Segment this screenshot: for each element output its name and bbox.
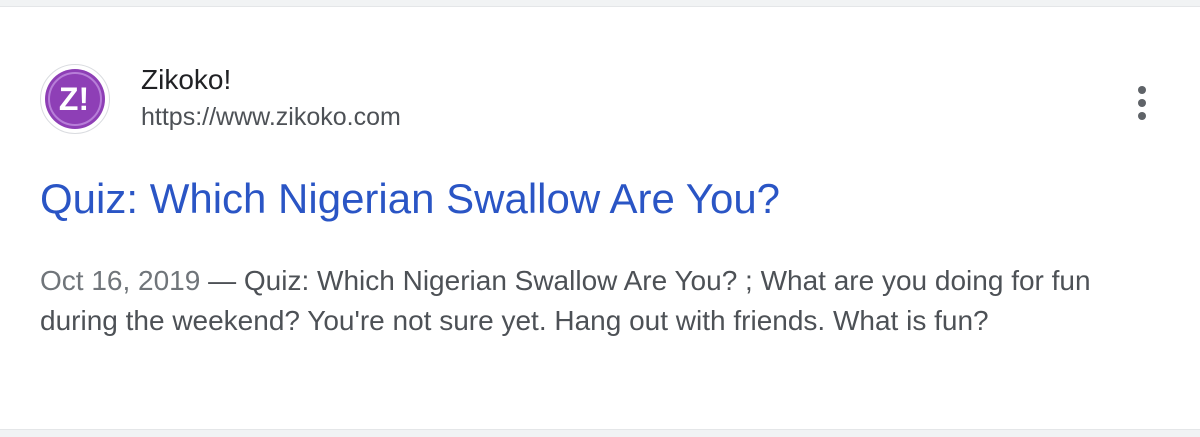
result-snippet: Oct 16, 2019 — Quiz: Which Nigerian Swal… — [40, 261, 1150, 341]
more-vert-icon — [1138, 86, 1146, 120]
site-url[interactable]: https://www.zikoko.com — [141, 101, 401, 133]
site-name[interactable]: Zikoko! — [141, 63, 231, 97]
snippet-separator: — — [200, 265, 244, 296]
favicon-letter: Z! — [59, 81, 89, 117]
snippet-date: Oct 16, 2019 — [40, 265, 201, 296]
zikoko-logo-icon: Z! — [45, 69, 105, 129]
site-favicon[interactable]: Z! — [40, 64, 110, 134]
result-title-link[interactable]: Quiz: Which Nigerian Swallow Are You? — [40, 173, 780, 225]
search-result-card: Z! Zikoko! https://www.zikoko.com Quiz: … — [0, 6, 1200, 430]
more-options-button[interactable] — [1120, 77, 1164, 129]
